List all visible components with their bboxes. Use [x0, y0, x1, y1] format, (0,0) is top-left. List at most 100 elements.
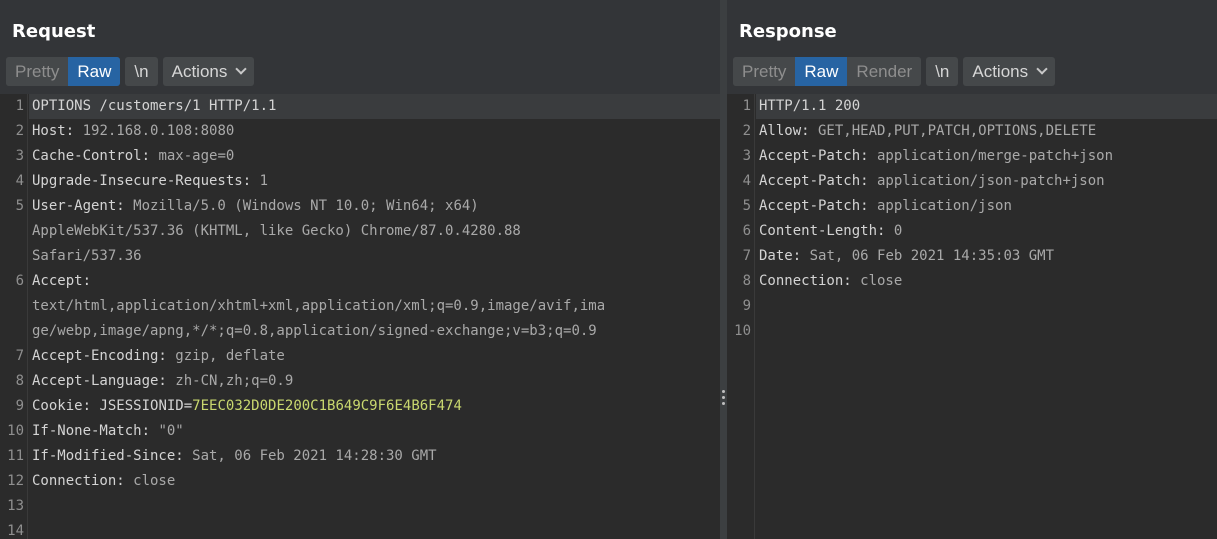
- line-number: 3: [15, 148, 24, 164]
- request-line: Upgrade-Insecure-Requests: 1: [29, 169, 720, 194]
- response-line: Accept-Patch: application/json: [756, 194, 1217, 219]
- header-name: Cache-Control:: [32, 148, 151, 164]
- response-line: HTTP/1.1 200: [756, 94, 1217, 119]
- header-value: AppleWebKit/537.36 (KHTML, like Gecko) C…: [32, 223, 521, 239]
- request-line: If-None-Match: "0": [29, 419, 720, 444]
- line-number: 7: [15, 348, 24, 364]
- header-value: close: [124, 473, 176, 489]
- request-line: Cookie: JSESSIONID=7EEC032D0DE200C1B649C…: [29, 394, 720, 419]
- request-toolbar: Pretty Raw \n Actions: [6, 57, 259, 86]
- response-actions-menu[interactable]: Actions: [963, 57, 1056, 86]
- header-name: Accept-Patch:: [759, 173, 869, 189]
- line-number: 14: [7, 523, 24, 539]
- request-actions-menu[interactable]: Actions: [162, 57, 255, 86]
- header-value: application/merge-patch+json: [868, 148, 1114, 164]
- header-name: Upgrade-Insecure-Requests:: [32, 173, 252, 189]
- header-name: Accept:: [32, 273, 92, 289]
- header-value: max-age=0: [150, 148, 235, 164]
- request-raw-tab[interactable]: Raw: [68, 57, 121, 86]
- request-newline-toggle[interactable]: \n: [125, 57, 158, 86]
- line-number: 4: [742, 173, 751, 189]
- header-name: Allow:: [759, 123, 810, 139]
- line-number: 10: [7, 423, 24, 439]
- response-line-gutter: 1 2 3 4 5 6 7 8 9 10: [727, 94, 755, 539]
- request-code: OPTIONS /customers/1 HTTP/1.1 Host: 192.…: [29, 94, 720, 539]
- request-line: Cache-Control: max-age=0: [29, 144, 720, 169]
- response-actions-label: Actions: [972, 62, 1029, 81]
- header-value: Sat, 06 Feb 2021 14:35:03 GMT: [801, 248, 1055, 264]
- header-name: User-Agent:: [32, 198, 125, 214]
- header-value: close: [851, 273, 903, 289]
- response-raw-tab[interactable]: Raw: [795, 57, 848, 86]
- header-name: Content-Length:: [759, 223, 886, 239]
- header-value: Safari/537.36: [32, 248, 142, 264]
- response-status-line: HTTP/1.1 200: [759, 98, 861, 114]
- drag-handle-icon: [722, 390, 725, 408]
- response-render-tab[interactable]: Render: [847, 57, 922, 86]
- header-name: Connection:: [32, 473, 125, 489]
- line-number: 5: [742, 198, 751, 214]
- response-line: Content-Length: 0: [756, 219, 1217, 244]
- header-name: Date:: [759, 248, 802, 264]
- response-pretty-tab[interactable]: Pretty: [733, 57, 796, 86]
- request-line-text: OPTIONS /customers/1 HTTP/1.1: [32, 98, 277, 114]
- response-editor[interactable]: 1 2 3 4 5 6 7 8 9 10 HTTP/1.1 200 Allow:…: [727, 94, 1217, 539]
- line-number: 7: [742, 248, 751, 264]
- header-name: Host:: [32, 123, 75, 139]
- header-name: Accept-Language:: [32, 373, 167, 389]
- line-number: 9: [742, 298, 751, 314]
- request-line: Accept-Encoding: gzip, deflate: [29, 344, 720, 369]
- header-value: application/json: [868, 198, 1012, 214]
- line-number: 11: [7, 448, 24, 464]
- header-value: "0": [150, 423, 184, 439]
- response-newline-toggle[interactable]: \n: [926, 57, 959, 86]
- header-name: Accept-Patch:: [759, 198, 869, 214]
- header-value: Mozilla/5.0 (Windows NT 10.0; Win64; x64…: [124, 198, 479, 214]
- request-pane: Request Pretty Raw \n Actions 1 2 3 4 5 …: [0, 0, 720, 539]
- response-line: Accept-Patch: application/merge-patch+js…: [756, 144, 1217, 169]
- response-code: HTTP/1.1 200 Allow: GET,HEAD,PUT,PATCH,O…: [756, 94, 1217, 539]
- line-number: 6: [742, 223, 751, 239]
- request-line: User-Agent: Mozilla/5.0 (Windows NT 10.0…: [29, 194, 720, 219]
- header-value: 1: [251, 173, 269, 189]
- request-actions-label: Actions: [171, 62, 228, 81]
- response-view-toggle: Pretty Raw Render: [733, 57, 922, 86]
- header-value: zh-CN,zh;q=0.9: [166, 373, 294, 389]
- response-line: Date: Sat, 06 Feb 2021 14:35:03 GMT: [756, 244, 1217, 269]
- line-number: 13: [7, 498, 24, 514]
- response-line: Accept-Patch: application/json-patch+jso…: [756, 169, 1217, 194]
- request-line-wrap: text/html,application/xhtml+xml,applicat…: [29, 294, 720, 319]
- header-name: If-None-Match:: [32, 423, 151, 439]
- header-value: gzip, deflate: [166, 348, 285, 364]
- header-name: Cookie:: [32, 398, 92, 414]
- line-number: 8: [742, 273, 751, 289]
- header-value: Sat, 06 Feb 2021 14:28:30 GMT: [183, 448, 437, 464]
- request-view-toggle: Pretty Raw: [6, 57, 121, 86]
- header-value: text/html,application/xhtml+xml,applicat…: [32, 298, 606, 314]
- request-line: Accept:: [29, 269, 720, 294]
- line-number: 5: [15, 198, 24, 214]
- line-number: 2: [742, 123, 751, 139]
- header-value: 0: [885, 223, 903, 239]
- line-number: 1: [15, 98, 24, 114]
- header-name: Connection:: [759, 273, 852, 289]
- request-editor[interactable]: 1 2 3 4 5 6 7 8 9 10 11 12 13 14 OPTIONS…: [0, 94, 720, 539]
- response-toolbar: Pretty Raw Render \n Actions: [733, 57, 1060, 86]
- request-line-wrap: ge/webp,image/apng,*/*;q=0.8,application…: [29, 319, 720, 344]
- line-number: 9: [15, 398, 24, 414]
- request-line-wrap: Safari/537.36: [29, 244, 720, 269]
- response-title: Response: [739, 21, 837, 42]
- header-value: 192.168.0.108:8080: [74, 123, 235, 139]
- cookie-name: JSESSIONID=: [91, 398, 193, 414]
- header-value: application/json-patch+json: [868, 173, 1105, 189]
- cookie-value: 7EEC032D0DE200C1B649C9F6E4B6F474: [192, 398, 462, 414]
- pane-splitter[interactable]: [720, 0, 727, 539]
- line-number: 2: [15, 123, 24, 139]
- request-pretty-tab[interactable]: Pretty: [6, 57, 69, 86]
- request-line-wrap: AppleWebKit/537.36 (KHTML, like Gecko) C…: [29, 219, 720, 244]
- response-line: Connection: close: [756, 269, 1217, 294]
- header-value: GET,HEAD,PUT,PATCH,OPTIONS,DELETE: [809, 123, 1097, 139]
- header-name: If-Modified-Since:: [32, 448, 184, 464]
- line-number: 8: [15, 373, 24, 389]
- header-name: Accept-Patch:: [759, 148, 869, 164]
